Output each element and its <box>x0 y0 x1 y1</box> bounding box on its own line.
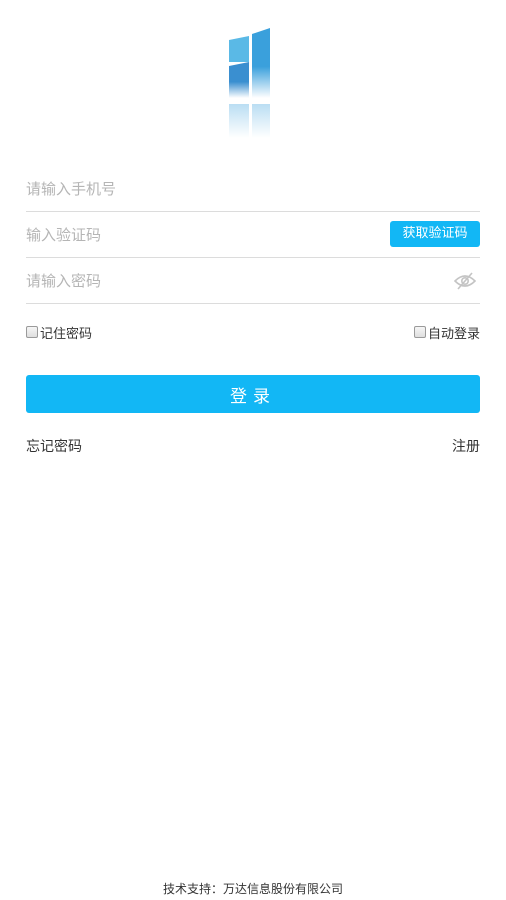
password-input[interactable] <box>26 266 366 296</box>
register-link[interactable]: 注册 <box>452 436 480 456</box>
auto-login-option[interactable]: 自动登录 <box>413 323 480 342</box>
get-code-button[interactable]: 获取验证码 <box>390 221 480 247</box>
app-logo <box>200 22 310 152</box>
remember-password-option[interactable]: 记住密码 <box>26 323 93 342</box>
code-field-row: 获取验证码 <box>26 212 480 258</box>
hide-password-eye-icon[interactable] <box>453 271 477 291</box>
tech-support-footer: 技术支持：万达信息股份有限公司 <box>162 882 343 896</box>
remember-password-checkbox[interactable] <box>26 326 38 338</box>
auto-login-label: 自动登录 <box>427 326 480 342</box>
phone-input[interactable] <box>26 174 366 204</box>
login-button[interactable]: 登录 <box>26 375 480 413</box>
password-field-row <box>26 258 480 304</box>
phone-field-row <box>26 166 480 212</box>
remember-password-label: 记住密码 <box>40 326 93 342</box>
auto-login-checkbox[interactable] <box>413 326 426 338</box>
building-logo-icon <box>229 28 270 138</box>
forgot-password-link[interactable]: 忘记密码 <box>26 436 82 456</box>
verification-code-input[interactable] <box>26 220 366 250</box>
